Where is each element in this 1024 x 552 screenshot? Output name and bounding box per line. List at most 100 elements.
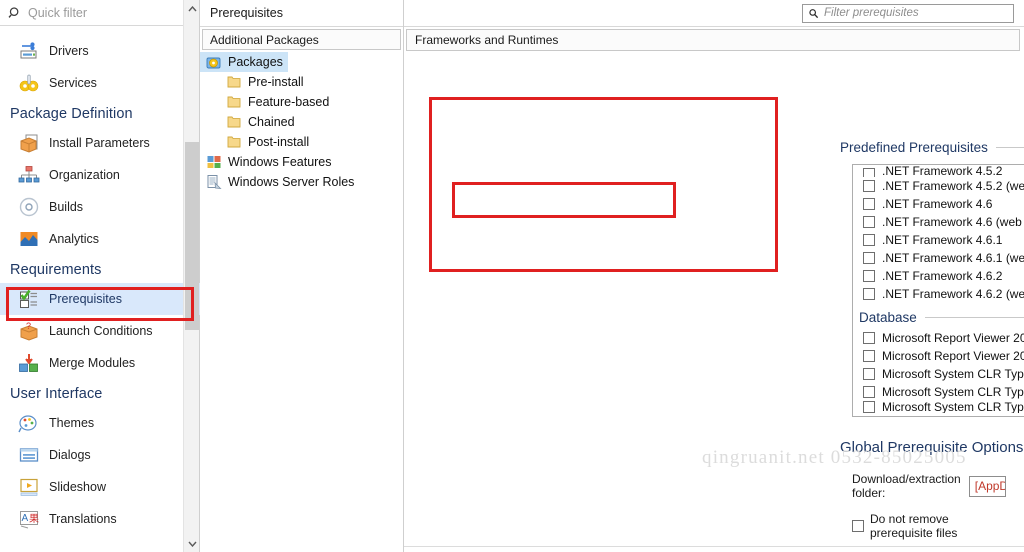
tree-node-chained[interactable]: Chained [200, 112, 403, 132]
sidebar-group-requirements: Requirements [10, 262, 102, 278]
checkbox[interactable] [863, 401, 875, 413]
analytics-icon [18, 228, 40, 250]
sidebar-item-label: Translations [49, 512, 117, 526]
list-item-label: .NET Framework 4.5.2 (web installer) [882, 179, 1024, 193]
tree-node-label: Packages [228, 55, 283, 69]
windows-server-roles-icon [206, 174, 222, 190]
svg-text:A: A [22, 513, 29, 524]
folder-icon [226, 114, 242, 130]
list-item[interactable]: .NET Framework 4.6.1 (web installer) [853, 249, 1024, 267]
tree-node-feature-based[interactable]: Feature-based [200, 92, 403, 112]
scroll-down-arrow-icon[interactable] [184, 535, 200, 552]
sidebar-item-label: Builds [49, 200, 84, 214]
tree-node-pre-install[interactable]: Pre-install [200, 72, 403, 92]
sidebar-item-label: Launch Conditions [49, 324, 153, 338]
sidebar-item-label: Organization [49, 168, 120, 182]
packages-icon [206, 54, 222, 70]
sidebar-item-organization[interactable]: Organization [0, 159, 200, 191]
prerequisites-content: Filter prerequisites Frameworks and Runt… [404, 0, 1024, 552]
tab-frameworks-and-runtimes[interactable]: Frameworks and Runtimes [406, 29, 1020, 51]
sidebar-item-translations[interactable]: A 果 Translations [0, 503, 200, 535]
group-divider [995, 147, 1024, 148]
folder-icon [226, 134, 242, 150]
navigation-sidebar: Quick filter Drivers Services Package De… [0, 0, 200, 552]
checkbox[interactable] [863, 234, 875, 246]
checkbox[interactable] [863, 252, 875, 264]
checkbox[interactable] [863, 368, 875, 380]
filter-placeholder: Filter prerequisites [824, 7, 919, 19]
tree-node-windows-features[interactable]: Windows Features [200, 152, 403, 172]
group-title: Database [859, 310, 917, 325]
prerequisites-listbox[interactable]: .NET Framework 4.5.2 .NET Framework 4.5.… [852, 164, 1024, 417]
quick-filter-input[interactable]: Quick filter [0, 0, 199, 26]
tree-node-label: Feature-based [248, 95, 330, 109]
sidebar-item-label: Services [49, 76, 97, 90]
sidebar-item-dialogs[interactable]: Dialogs [0, 439, 200, 471]
sidebar-item-drivers[interactable]: Drivers [0, 35, 200, 67]
list-item-label: .NET Framework 4.5.2 [882, 165, 1003, 177]
list-item[interactable]: .NET Framework 4.5.2 (web installer) [853, 177, 1024, 195]
tree-node-label: Post-install [248, 135, 310, 149]
sidebar-item-themes[interactable]: Themes [0, 407, 200, 439]
list-item[interactable]: .NET Framework 4.6 [853, 195, 1024, 213]
search-icon [808, 8, 819, 19]
checkbox[interactable] [863, 270, 875, 282]
database-group-header: Database [859, 310, 1024, 325]
checkbox[interactable] [863, 332, 875, 344]
sidebar-item-label: Drivers [49, 44, 89, 58]
sidebar-item-launch-conditions[interactable]: ? Launch Conditions [0, 315, 200, 347]
folder-token-appdata: [AppDataFolder] [974, 479, 1005, 493]
list-item-label: Microsoft System CLR Types for SQL Serve… [882, 385, 1024, 399]
sidebar-item-services[interactable]: Services [0, 67, 200, 99]
list-item-label: .NET Framework 4.6 [882, 197, 993, 211]
list-item[interactable]: Microsoft Report Viewer 2015 Runtime [853, 347, 1024, 365]
builds-icon [18, 196, 40, 218]
packages-tree: Packages Pre-install Feature-based Chain… [200, 50, 403, 192]
download-folder-input[interactable]: [AppDataFolder][|Manufacturer]\[|Product… [968, 475, 1006, 497]
sidebar-item-prerequisites[interactable]: Prerequisites [0, 283, 200, 315]
tree-node-packages[interactable]: Packages [200, 52, 288, 72]
checkbox[interactable] [863, 216, 875, 228]
partial-icon [18, 27, 38, 32]
sidebar-item-label: Merge Modules [49, 356, 136, 370]
checkbox[interactable] [863, 386, 875, 398]
list-item[interactable]: Microsoft Report Viewer 2012 Runtime [853, 329, 1024, 347]
tree-node-windows-server-roles[interactable]: Windows Server Roles [200, 172, 403, 192]
folder-icon [226, 94, 242, 110]
scroll-up-arrow-icon[interactable] [184, 0, 200, 17]
list-item-label: .NET Framework 4.6.2 [882, 269, 1003, 283]
list-item[interactable]: .NET Framework 4.6.1 [853, 231, 1024, 249]
option-do-not-remove-files[interactable]: Do not remove prerequisite files [840, 512, 1006, 540]
list-item[interactable]: Microsoft System CLR Types for SQL Serve… [853, 401, 1024, 413]
checkbox[interactable] [863, 168, 875, 177]
sidebar-item-install-parameters[interactable]: Install Parameters [0, 127, 200, 159]
sidebar-item-merge-modules[interactable]: Merge Modules [0, 347, 200, 379]
list-item-label: Microsoft System CLR Types for SQL Serve… [882, 367, 1024, 381]
sidebar-item-analytics[interactable]: Analytics [0, 223, 200, 255]
tree-node-post-install[interactable]: Post-install [200, 132, 403, 152]
checkbox[interactable] [863, 350, 875, 362]
prerequisites-icon [18, 288, 40, 310]
list-item[interactable]: .NET Framework 4.6 (web installer) [853, 213, 1024, 231]
list-item[interactable]: Microsoft System CLR Types for SQL Serve… [853, 383, 1024, 401]
checkbox[interactable] [863, 180, 875, 192]
list-item[interactable]: .NET Framework 4.6.2 [853, 267, 1024, 285]
list-item[interactable]: .NET Framework 4.6.2 (web installer) [853, 285, 1024, 303]
sidebar-scrollbar-thumb[interactable] [185, 142, 199, 330]
sidebar-item-partial-above [0, 27, 200, 35]
tab-label: Frameworks and Runtimes [415, 33, 559, 47]
checkbox[interactable] [852, 520, 864, 532]
sidebar-item-builds[interactable]: Builds [0, 191, 200, 223]
search-icon [8, 6, 22, 20]
list-item[interactable]: .NET Framework 4.5.2 [853, 165, 1024, 177]
panel-title: Prerequisites [200, 0, 403, 27]
list-item-label: Microsoft Report Viewer 2012 Runtime [882, 331, 1024, 345]
list-item[interactable]: Microsoft System CLR Types for SQL Serve… [853, 365, 1024, 383]
sidebar-scrollbar[interactable] [183, 0, 199, 552]
checkbox[interactable] [863, 198, 875, 210]
checkbox[interactable] [863, 288, 875, 300]
sidebar-item-slideshow[interactable]: Slideshow [0, 471, 200, 503]
filter-prerequisites-input[interactable]: Filter prerequisites [802, 3, 1014, 23]
tree-node-label: Pre-install [248, 75, 304, 89]
translations-icon: A 果 [18, 508, 40, 530]
